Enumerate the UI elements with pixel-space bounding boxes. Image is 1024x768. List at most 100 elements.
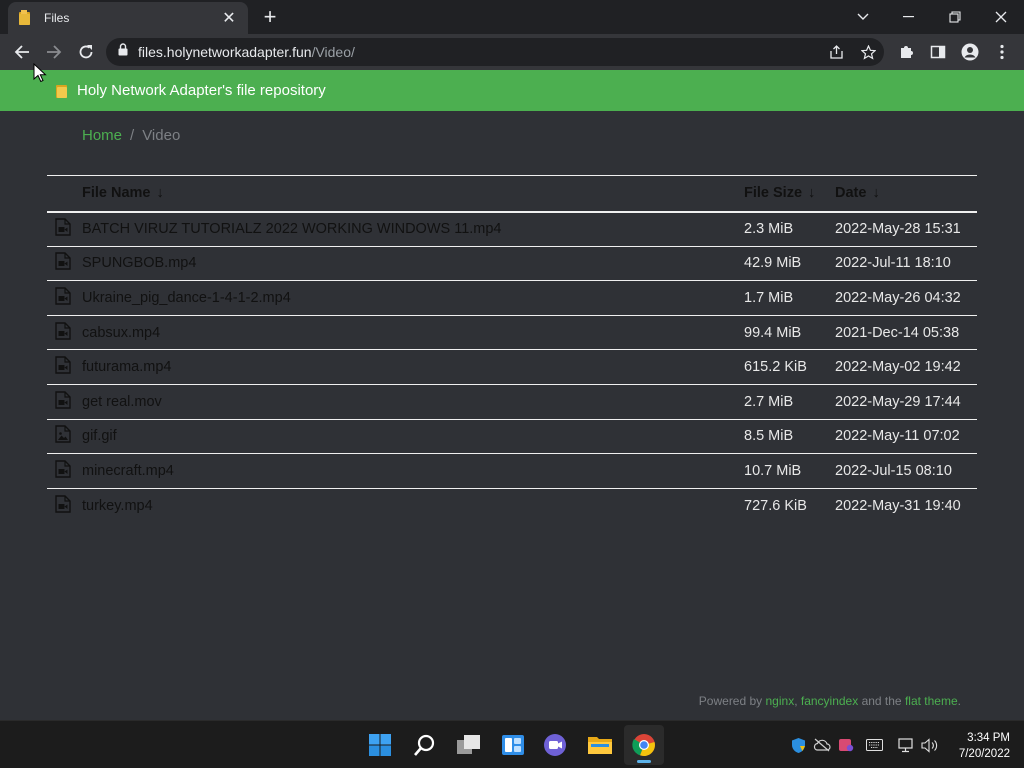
- file-link[interactable]: SPUNGBOB.mp4: [82, 255, 196, 271]
- header-date[interactable]: Date ↓: [835, 176, 977, 212]
- browser-tab-strip: Files ✕ +: [0, 0, 1024, 34]
- file-name-cell: get real.mov: [82, 384, 744, 419]
- file-name-cell: gif.gif: [82, 419, 744, 454]
- taskbar-search-button[interactable]: [405, 725, 445, 765]
- arrow-left-icon: [14, 45, 29, 59]
- volume-icon[interactable]: [920, 721, 940, 768]
- taskbar-clock[interactable]: 3:34 PM 7/20/2022: [959, 730, 1010, 762]
- table-row: gif.gif 8.5 MiB 2022-May-11 07:02: [47, 419, 977, 454]
- teams-chat-button[interactable]: [536, 725, 576, 765]
- chat-camera-icon: [544, 734, 566, 756]
- minimize-button[interactable]: [886, 0, 932, 34]
- onedrive-offline-icon[interactable]: [812, 721, 832, 768]
- video-file-icon[interactable]: [55, 391, 82, 413]
- profile-button[interactable]: [956, 38, 984, 66]
- fancyindex-link[interactable]: fancyindex: [801, 694, 858, 708]
- flat-theme-link[interactable]: flat theme: [905, 694, 958, 708]
- video-file-icon[interactable]: [55, 321, 82, 344]
- network-icon[interactable]: [896, 721, 916, 768]
- table-row: SPUNGBOB.mp4 42.9 MiB 2022-Jul-11 18:10: [47, 246, 977, 281]
- file-link[interactable]: turkey.mp4: [82, 498, 153, 514]
- file-link[interactable]: futurama.mp4: [82, 359, 171, 375]
- url-host: files.holynetworkadapter.fun: [138, 44, 312, 60]
- breadcrumb-home-link[interactable]: Home: [82, 127, 122, 144]
- tab-search-chevron-icon[interactable]: [840, 0, 886, 34]
- header-file-name[interactable]: File Name ↓: [82, 176, 744, 212]
- folder-icon: [56, 84, 68, 98]
- header-file-size[interactable]: File Size ↓: [744, 176, 835, 212]
- task-view-button[interactable]: [449, 725, 489, 765]
- widgets-button[interactable]: [493, 725, 533, 765]
- video-file-icon[interactable]: [55, 218, 82, 240]
- file-link[interactable]: cabsux.mp4: [82, 325, 160, 341]
- header-date-label: Date: [835, 185, 867, 202]
- back-button[interactable]: [8, 38, 36, 66]
- footer-comma: ,: [794, 694, 801, 708]
- file-date-cell: 2022-May-11 07:02: [835, 428, 960, 445]
- file-icon-cell: [47, 315, 82, 350]
- file-icon-cell: [47, 246, 82, 281]
- browser-menu-button[interactable]: [988, 38, 1016, 66]
- file-link[interactable]: get real.mov: [82, 394, 162, 410]
- chrome-taskbar-button[interactable]: [624, 725, 664, 765]
- file-date-cell: 2022-Jul-11 18:10: [835, 255, 951, 272]
- file-date-cell: 2022-May-29 17:44: [835, 393, 961, 410]
- file-name-cell: futurama.mp4: [82, 350, 744, 385]
- file-size-cell: 727.6 KiB: [744, 497, 807, 514]
- table-row: turkey.mp4 727.6 KiB 2022-May-31 19:40: [47, 488, 977, 523]
- security-shield-icon[interactable]: [788, 721, 808, 768]
- bookmark-star-icon[interactable]: [852, 38, 884, 66]
- video-file-icon[interactable]: [55, 287, 82, 309]
- browser-tab-files[interactable]: Files ✕: [8, 2, 248, 34]
- file-name-cell: minecraft.mp4: [82, 454, 744, 489]
- header-file-size-label: File Size: [744, 185, 803, 202]
- share-icon[interactable]: [820, 38, 852, 66]
- file-date-cell: 2022-May-31 19:40: [835, 497, 961, 514]
- table-row: BATCH VIRUZ TUTORIALZ 2022 WORKING WINDO…: [47, 212, 977, 247]
- folder-icon: [18, 10, 32, 26]
- file-icon-cell: [47, 419, 82, 454]
- lock-icon[interactable]: [118, 43, 128, 61]
- file-explorer-button[interactable]: [580, 725, 620, 765]
- close-window-button[interactable]: [978, 0, 1024, 34]
- file-size-cell: 99.4 MiB: [744, 324, 802, 341]
- new-tab-button[interactable]: +: [258, 4, 282, 30]
- table-row: futurama.mp4 615.2 KiB 2022-May-02 19:42: [47, 350, 977, 385]
- table-row: cabsux.mp4 99.4 MiB 2021-Dec-14 05:38: [47, 315, 977, 350]
- file-date-cell: 2022-May-02 19:42: [835, 359, 961, 376]
- address-bar[interactable]: files.holynetworkadapter.fun/Video/: [106, 38, 884, 66]
- start-button[interactable]: [360, 725, 400, 765]
- keyboard-icon[interactable]: [864, 721, 884, 768]
- video-file-icon[interactable]: [55, 356, 82, 378]
- tray-app-icon[interactable]: [836, 721, 856, 768]
- restore-button[interactable]: [932, 0, 978, 34]
- video-file-icon[interactable]: [55, 460, 82, 482]
- reload-button[interactable]: [72, 38, 100, 66]
- side-panel-button[interactable]: [924, 38, 952, 66]
- side-panel-icon: [930, 45, 946, 59]
- nginx-link[interactable]: nginx: [766, 694, 795, 708]
- file-link[interactable]: BATCH VIRUZ TUTORIALZ 2022 WORKING WINDO…: [82, 221, 502, 237]
- video-file-icon[interactable]: [55, 495, 82, 517]
- file-link[interactable]: Ukraine_pig_dance-1-4-1-2.mp4: [82, 290, 291, 306]
- extensions-button[interactable]: [892, 38, 920, 66]
- file-link[interactable]: minecraft.mp4: [82, 463, 174, 479]
- file-name-cell: BATCH VIRUZ TUTORIALZ 2022 WORKING WINDO…: [82, 212, 744, 247]
- file-link[interactable]: gif.gif: [82, 428, 117, 444]
- site-title: Holy Network Adapter's file repository: [77, 82, 326, 99]
- image-file-icon[interactable]: [55, 425, 82, 447]
- widgets-icon: [502, 735, 524, 755]
- header-icon-cell: [47, 176, 82, 212]
- forward-button[interactable]: [40, 38, 68, 66]
- table-row: Ukraine_pig_dance-1-4-1-2.mp4 1.7 MiB 2022…: [47, 281, 977, 316]
- puzzle-icon: [901, 46, 913, 58]
- breadcrumb-separator: /: [130, 127, 135, 144]
- task-view-icon: [457, 735, 480, 754]
- file-size-cell: 8.5 MiB: [744, 428, 794, 445]
- sort-arrow-icon: ↓: [156, 185, 164, 202]
- site-header: Holy Network Adapter's file repository: [0, 70, 1024, 111]
- video-file-icon[interactable]: [55, 252, 82, 274]
- profile-icon: [961, 43, 979, 61]
- url-path: /Video/: [311, 44, 355, 60]
- tab-close-icon[interactable]: ✕: [220, 8, 238, 28]
